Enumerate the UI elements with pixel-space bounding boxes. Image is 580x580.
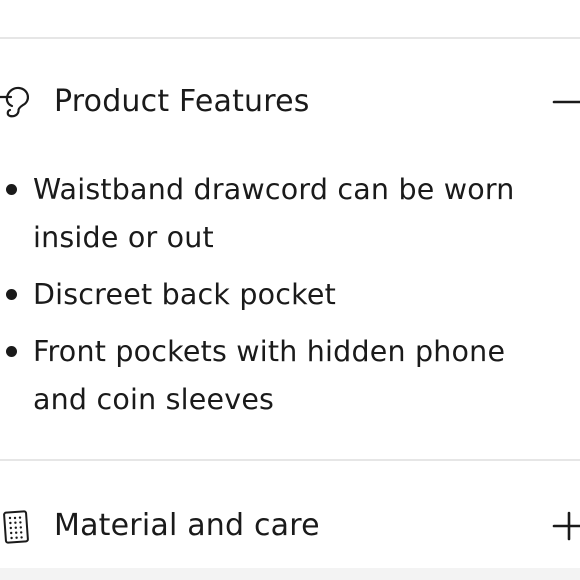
feature-text: Front pockets with hidden phone and coin… — [33, 335, 506, 416]
bullet-icon — [6, 346, 17, 357]
bottom-edge — [0, 568, 580, 580]
product-features-title: Product Features — [54, 84, 310, 119]
hanger-icon — [0, 86, 38, 120]
expand-plus-icon[interactable] — [552, 510, 580, 542]
feature-list-item: Discreet back pocket — [0, 271, 580, 319]
section-divider — [0, 459, 580, 461]
feature-list: Waistband drawcord can be worn inside or… — [0, 166, 580, 433]
feature-text: Waistband drawcord can be worn inside or… — [33, 173, 515, 254]
material-and-care-title: Material and care — [54, 508, 320, 543]
top-divider — [0, 37, 580, 39]
feature-list-item: Waistband drawcord can be worn inside or… — [0, 166, 580, 262]
product-features-header[interactable]: Product Features — [0, 72, 580, 132]
bullet-icon — [6, 289, 17, 300]
feature-text: Discreet back pocket — [33, 278, 336, 311]
feature-list-item: Front pockets with hidden phone and coin… — [0, 328, 580, 424]
collapse-minus-icon[interactable] — [552, 86, 580, 118]
fabric-swatch-icon — [0, 510, 38, 544]
bullet-icon — [6, 184, 17, 195]
material-and-care-header[interactable]: Material and care — [0, 496, 580, 556]
product-details-accordion: Product Features Waistband drawcord can … — [0, 0, 580, 580]
